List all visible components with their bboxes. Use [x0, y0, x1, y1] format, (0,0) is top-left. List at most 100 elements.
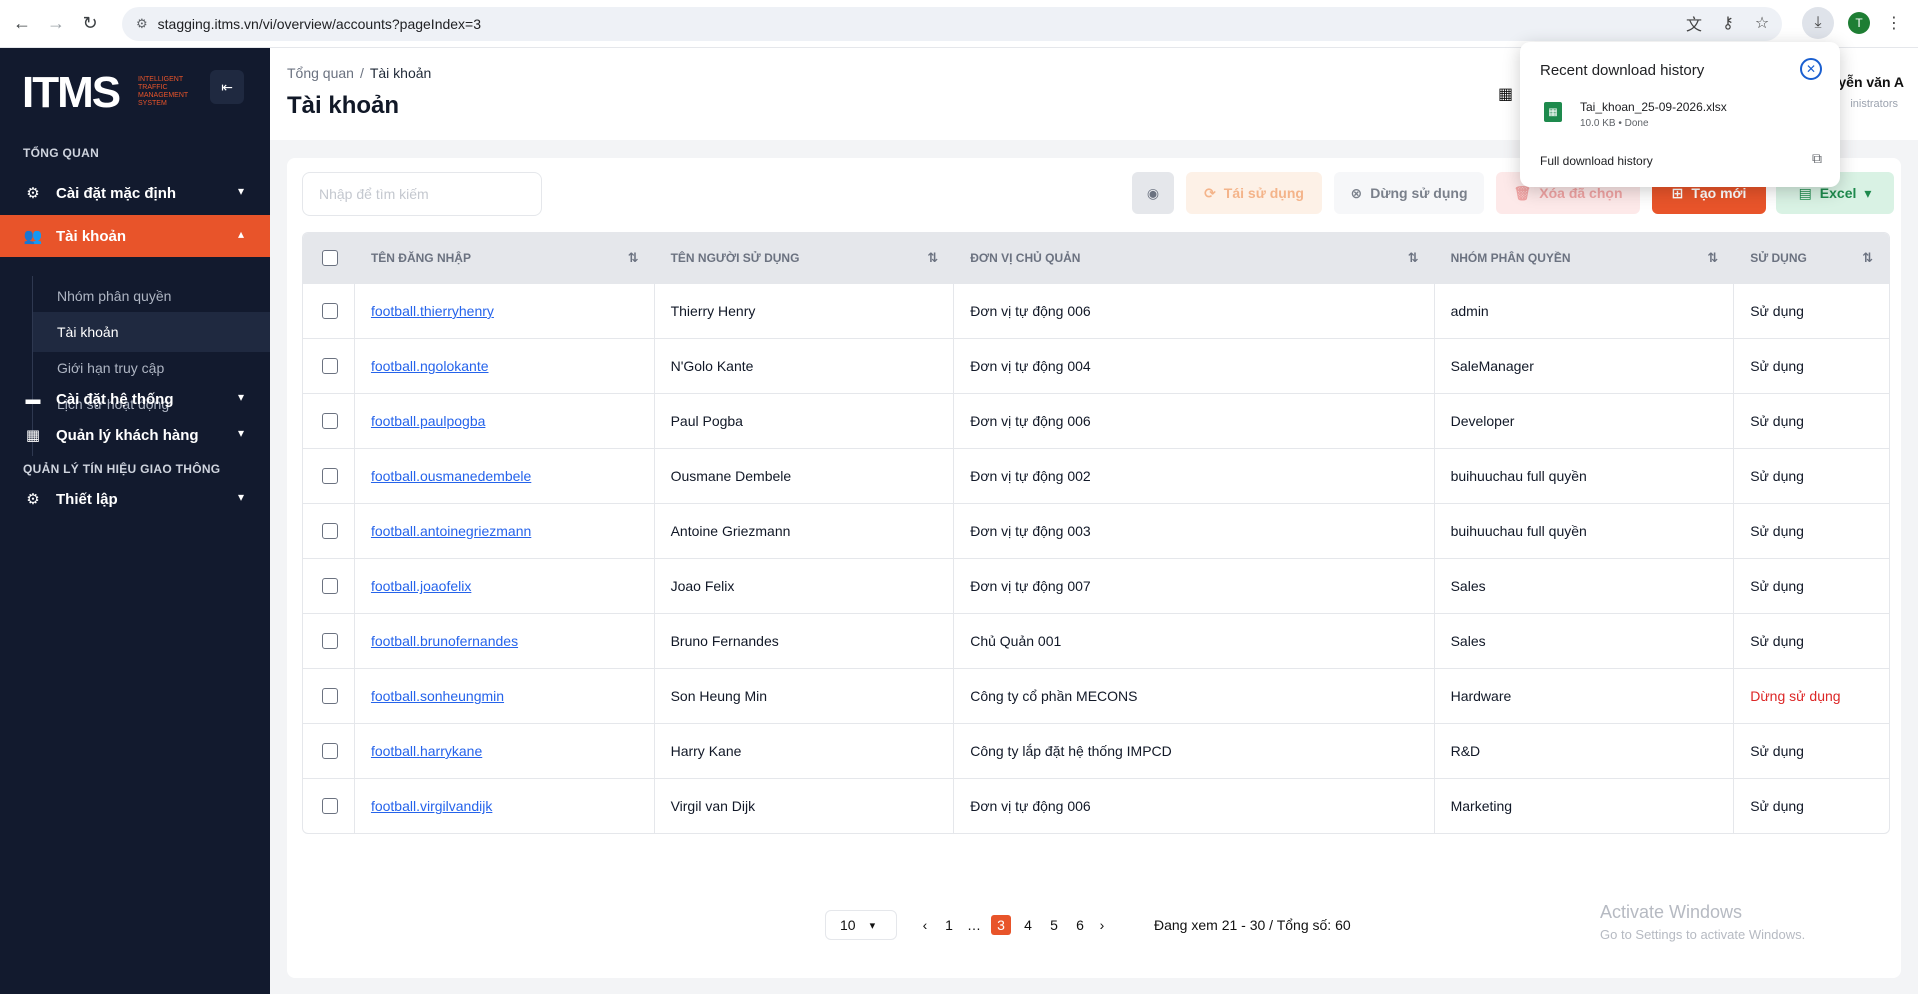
page-size-select[interactable]: 10 ▾	[825, 910, 897, 940]
full-download-history-link[interactable]: Full download history	[1540, 154, 1653, 168]
search-input[interactable]	[302, 172, 542, 216]
username-link[interactable]: football.sonheungmin	[371, 688, 504, 704]
column-username[interactable]: TÊN ĐĂNG NHẬP ⇅	[355, 233, 655, 283]
download-history-popup: Recent download history ✕ ▦ Tai_khoan_25…	[1520, 42, 1840, 187]
more-menu-icon[interactable]: ⋮	[1884, 13, 1904, 33]
user-name[interactable]: yễn văn A	[1838, 74, 1904, 90]
table-row[interactable]: football.paulpogba Paul Pogba Đơn vị tự độ…	[303, 393, 1889, 449]
close-icon[interactable]: ✕	[1800, 58, 1822, 80]
cell-group: Sales	[1435, 558, 1735, 614]
username-link[interactable]: football.ngolokante	[371, 358, 489, 374]
site-info-icon[interactable]: ⚙	[136, 16, 148, 32]
cell-status: Sử dụng	[1750, 578, 1804, 594]
column-name[interactable]: TÊN NGƯỜI SỬ DỤNG ⇅	[655, 233, 955, 283]
sidebar-item-permission-groups[interactable]: Nhóm phân quyền	[33, 276, 271, 316]
gear-icon: ⚙	[26, 491, 40, 508]
row-checkbox[interactable]	[322, 743, 338, 759]
page-6[interactable]: 6	[1070, 910, 1090, 940]
page-3[interactable]: 3	[991, 915, 1011, 935]
row-checkbox[interactable]	[322, 358, 338, 374]
cancel-circle-icon: ⊗	[1350, 184, 1363, 201]
chevron-down-icon: ▾	[237, 184, 244, 198]
sort-icon[interactable]: ⇅	[1408, 250, 1419, 266]
table-row[interactable]: football.virgilvandijk Virgil van Dijk Đơn…	[303, 778, 1889, 833]
download-file-name[interactable]: Tai_khoan_25-09-2026.xlsx	[1580, 100, 1727, 114]
table-row[interactable]: football.harrykane Harry Kane Công ty lắp …	[303, 723, 1889, 779]
back-icon[interactable]: ←	[10, 12, 34, 36]
row-checkbox[interactable]	[322, 468, 338, 484]
menu-setup[interactable]: ⚙ Thiết lập ▾	[0, 478, 270, 520]
reuse-button[interactable]: ⟳ Tái sử dụng	[1186, 172, 1322, 214]
sort-icon[interactable]: ⇅	[1862, 250, 1873, 266]
menu-customers[interactable]: ▦ Quản lý khách hàng ▾	[0, 414, 270, 456]
page-5[interactable]: 5	[1044, 910, 1064, 940]
page-ellipsis[interactable]: …	[964, 910, 984, 940]
column-status[interactable]: SỬ DỤNG ⇅	[1734, 233, 1889, 283]
cell-name: Bruno Fernandes	[655, 613, 955, 669]
column-group[interactable]: NHÓM PHÂN QUYỀN ⇅	[1435, 233, 1735, 283]
row-checkbox[interactable]	[322, 688, 338, 704]
next-page-icon[interactable]: ›	[1092, 910, 1112, 940]
username-link[interactable]: football.paulpogba	[371, 413, 485, 429]
prev-page-icon[interactable]: ‹	[915, 910, 935, 940]
building-icon: ▦	[25, 427, 41, 444]
row-select-cell	[303, 668, 355, 724]
row-checkbox[interactable]	[322, 523, 338, 539]
download-icon[interactable]: ⤓	[1802, 7, 1834, 39]
row-select-cell	[303, 448, 355, 504]
username-link[interactable]: football.virgilvandijk	[371, 798, 492, 814]
cell-username: football.ousmanedembele	[355, 448, 655, 504]
bookmark-star-icon[interactable]: ☆	[1752, 13, 1772, 33]
row-checkbox[interactable]	[322, 633, 338, 649]
row-checkbox[interactable]	[322, 578, 338, 594]
username-link[interactable]: football.ousmanedembele	[371, 468, 531, 484]
profile-avatar[interactable]: T	[1848, 12, 1870, 34]
username-link[interactable]: football.brunofernandes	[371, 633, 518, 649]
accounts-card: ◉ ⟳ Tái sử dụng ⊗ Dừng sử dụng 🗑 Xóa đã …	[287, 158, 1901, 978]
gear-icon: ⚙	[26, 185, 40, 202]
table-row[interactable]: football.antoinegriezmann Antoine Griezma…	[303, 503, 1889, 559]
table-header: TÊN ĐĂNG NHẬP ⇅ TÊN NGƯỜI SỬ DỤNG ⇅ ĐƠN VỊ…	[303, 233, 1889, 283]
sort-icon[interactable]: ⇅	[927, 250, 938, 266]
menu-default-settings[interactable]: ⚙ Cài đặt mặc định ▾	[0, 172, 270, 214]
stop-using-button[interactable]: ⊗ Dừng sử dụng	[1334, 172, 1484, 214]
forward-icon[interactable]: →	[44, 12, 68, 36]
table-row[interactable]: football.thierryhenry Thierry Henry Đơn vị…	[303, 283, 1889, 339]
row-checkbox[interactable]	[322, 413, 338, 429]
cell-unit: Đơn vị tự động 007	[954, 558, 1435, 614]
key-icon[interactable]: ⚷	[1718, 13, 1738, 33]
row-checkbox[interactable]	[322, 303, 338, 319]
cell-name: Paul Pogba	[655, 393, 955, 449]
table-row[interactable]: football.brunofernandes Bruno Fernandes Ch…	[303, 613, 1889, 669]
apps-grid-icon[interactable]: ▦	[1498, 84, 1513, 104]
sidebar-item-accounts[interactable]: Tài khoản	[33, 312, 271, 352]
cell-username: football.brunofernandes	[355, 613, 655, 669]
table-row[interactable]: football.sonheungmin Son Heung Min Công ty…	[303, 668, 1889, 724]
username-link[interactable]: football.thierryhenry	[371, 303, 494, 319]
table-row[interactable]: football.joaofelix Joao Felix Đơn vị tự độ…	[303, 558, 1889, 614]
breadcrumb-root[interactable]: Tổng quan	[287, 65, 354, 81]
chevron-down-icon: ▾	[237, 490, 244, 504]
toggle-columns-button[interactable]: ◉	[1132, 172, 1174, 214]
username-link[interactable]: football.antoinegriezmann	[371, 523, 531, 539]
select-all-checkbox[interactable]	[322, 250, 338, 266]
page-4[interactable]: 4	[1018, 910, 1038, 940]
row-checkbox[interactable]	[322, 798, 338, 814]
table-row[interactable]: football.ngolokante N'Golo Kante Đơn vị tự…	[303, 338, 1889, 394]
cell-name: Joao Felix	[655, 558, 955, 614]
translate-icon[interactable]: 文	[1684, 13, 1704, 34]
table-row[interactable]: football.ousmanedembele Ousmane Dembele Đơ…	[303, 448, 1889, 504]
sort-icon[interactable]: ⇅	[1707, 250, 1718, 266]
external-link-icon[interactable]: ⧉	[1812, 150, 1822, 167]
column-unit[interactable]: ĐƠN VỊ CHỦ QUẢN ⇅	[954, 233, 1434, 283]
address-bar[interactable]: ⚙ stagging.itms.vn/vi/overview/accounts?…	[122, 7, 1782, 41]
menu-accounts[interactable]: 👥 Tài khoản ▴	[0, 215, 270, 257]
download-popup-title: Recent download history	[1540, 62, 1705, 79]
page-1[interactable]: 1	[939, 910, 959, 940]
username-link[interactable]: football.joaofelix	[371, 578, 471, 594]
reload-icon[interactable]: ↻	[78, 12, 102, 36]
username-link[interactable]: football.harrykane	[371, 743, 482, 759]
sort-icon[interactable]: ⇅	[628, 250, 639, 266]
monitor-icon: ▬	[25, 390, 41, 408]
collapse-sidebar-button[interactable]: ⇤	[210, 70, 244, 104]
